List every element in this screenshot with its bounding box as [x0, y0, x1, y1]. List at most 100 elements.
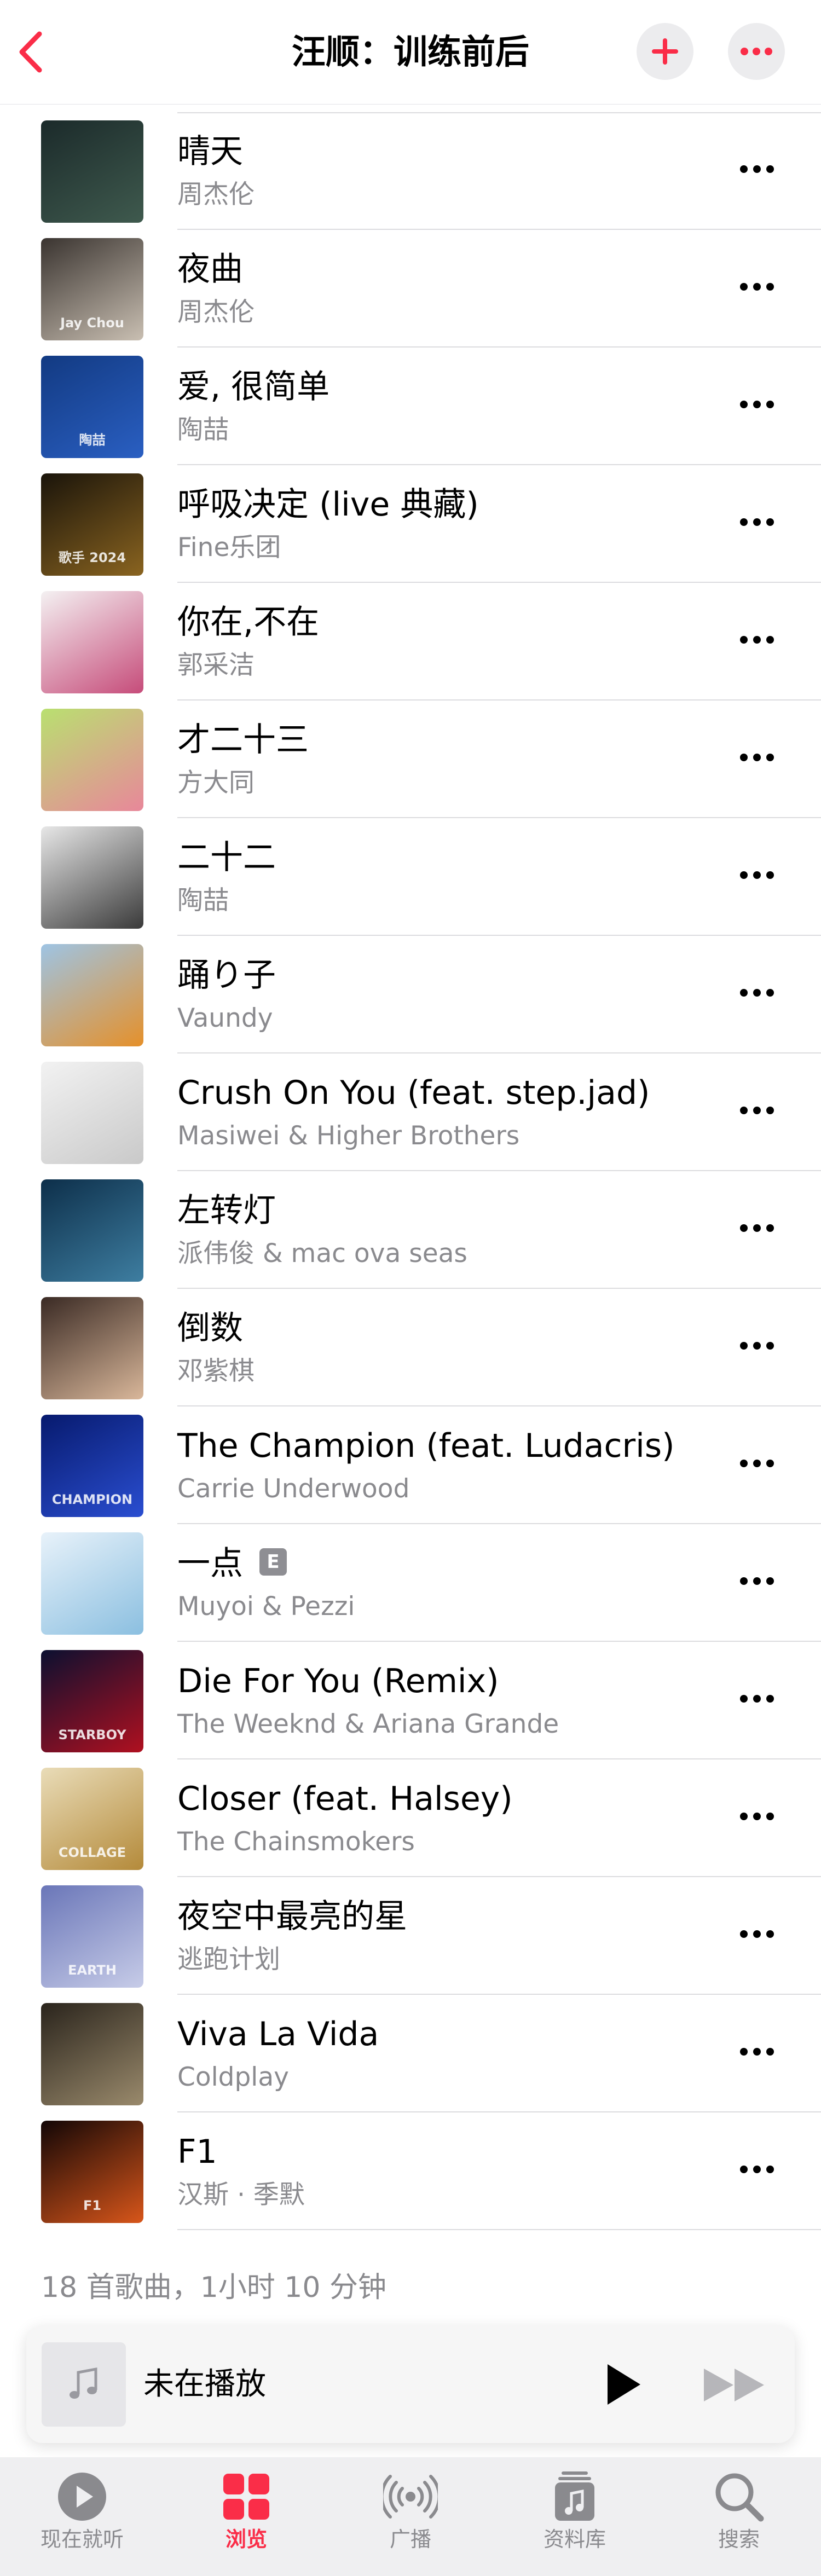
tab-browse[interactable]: 浏览	[164, 2457, 328, 2576]
song-row[interactable]: 才二十三 方大同	[0, 701, 821, 818]
search-icon	[715, 2473, 764, 2522]
song-artist: 汉斯 · 季默	[177, 2180, 305, 2210]
ellipsis-icon	[740, 1107, 774, 1114]
song-row[interactable]: Crush On You (feat. step.jad) Masiwei & H…	[0, 1053, 821, 1171]
song-more-button[interactable]	[738, 1924, 776, 1944]
song-row[interactable]: Jay Chou 夜曲 周杰伦	[0, 230, 821, 348]
tab-bar: 现在就听 浏览 广播 资料库 搜索	[0, 2457, 821, 2576]
album-artwork: EARTH	[41, 1885, 143, 1988]
song-more-button[interactable]	[738, 1336, 776, 1356]
page-title: 汪顺：训练前后	[291, 32, 529, 72]
fast-forward-icon	[704, 2369, 764, 2401]
ellipsis-icon	[740, 871, 774, 879]
library-icon	[555, 2471, 594, 2521]
album-artwork	[41, 120, 143, 223]
song-row[interactable]: 陶喆 爱, 很简单 陶喆	[0, 348, 821, 465]
song-row[interactable]: 踊り子 Vaundy	[0, 936, 821, 1053]
album-artwork	[41, 826, 143, 929]
song-row[interactable]: 晴天 周杰伦	[0, 112, 821, 230]
song-row[interactable]: COLLAGE Closer (feat. Halsey) The Chainsmo…	[0, 1759, 821, 1877]
song-row[interactable]: 歌手 2024 呼吸决定 (live 典藏) Fine乐团	[0, 465, 821, 583]
song-more-button[interactable]	[738, 395, 776, 414]
nav-header: 汪顺：训练前后	[0, 0, 821, 105]
song-title-line: 二十二	[177, 837, 276, 878]
song-row[interactable]: Viva La Vida Coldplay	[0, 1995, 821, 2112]
tab-label: 现在就听	[40, 2527, 124, 2551]
tab-listen-now[interactable]: 现在就听	[0, 2457, 164, 2576]
song-more-button[interactable]	[738, 865, 776, 885]
song-artist: 周杰伦	[177, 297, 255, 327]
more-options-button[interactable]	[728, 23, 785, 80]
ellipsis-icon	[740, 1813, 774, 1820]
song-title: F1	[177, 2133, 217, 2171]
song-artist: 邓紫棋	[177, 1356, 255, 1386]
song-row[interactable]: 一点 E Muyoi & Pezzi	[0, 1524, 821, 1642]
song-row[interactable]: CHAMPION The Champion (feat. Ludacris) Car…	[0, 1406, 821, 1524]
song-title: 一点	[177, 1544, 243, 1583]
song-more-button[interactable]	[738, 159, 776, 179]
song-more-button[interactable]	[738, 1218, 776, 1238]
playlist-summary: 18 首歌曲，1小时 10 分钟	[41, 2271, 387, 2304]
song-row[interactable]: 左转灯 派伟俊 & mac ova seas	[0, 1171, 821, 1289]
song-more-button[interactable]	[738, 748, 776, 767]
tab-radio[interactable]: 广播	[328, 2457, 493, 2576]
song-more-button[interactable]	[738, 630, 776, 650]
song-title-line: 你在,不在	[177, 602, 319, 642]
song-title: Die For You (Remix)	[177, 1662, 499, 1700]
song-more-button[interactable]	[738, 983, 776, 1003]
song-more-button[interactable]	[738, 512, 776, 532]
song-more-button[interactable]	[738, 1571, 776, 1591]
fast-forward-button[interactable]	[699, 2364, 771, 2406]
tab-library[interactable]: 资料库	[493, 2457, 657, 2576]
album-artwork-label: EARTH	[68, 1963, 117, 1978]
song-more-button[interactable]	[738, 1689, 776, 1709]
song-title-line: Closer (feat. Halsey)	[177, 1779, 513, 1819]
ellipsis-icon	[740, 1460, 774, 1467]
song-title-line: 左转灯	[177, 1190, 276, 1231]
tab-search[interactable]: 搜索	[657, 2457, 821, 2576]
grid-icon	[223, 2474, 269, 2520]
album-artwork: 陶喆	[41, 356, 143, 458]
song-title: 踊り子	[177, 956, 276, 994]
play-button[interactable]	[595, 2359, 647, 2410]
song-artist: Masiwei & Higher Brothers	[177, 1121, 520, 1151]
song-more-button[interactable]	[738, 2042, 776, 2062]
album-artwork	[41, 709, 143, 811]
song-row[interactable]: EARTH 夜空中最亮的星 逃跑计划	[0, 1877, 821, 1995]
ellipsis-icon	[740, 401, 774, 408]
song-title-line: 爱, 很简单	[177, 367, 329, 407]
now-playing-title: 未在播放	[143, 2366, 266, 2402]
song-artist: 方大同	[177, 768, 255, 798]
ellipsis-icon	[740, 2166, 774, 2173]
tab-label: 搜索	[718, 2527, 760, 2551]
song-more-button[interactable]	[738, 277, 776, 297]
song-row[interactable]: F1 F1 汉斯 · 季默	[0, 2112, 821, 2230]
mini-player[interactable]: 未在播放	[26, 2326, 795, 2443]
album-artwork	[41, 1532, 143, 1635]
song-title-line: 踊り子	[177, 955, 276, 995]
song-artist: Coldplay	[177, 2062, 289, 2092]
song-title-line: Viva La Vida	[177, 2014, 379, 2054]
song-row[interactable]: 你在,不在郭采洁	[0, 583, 821, 701]
song-artist: 郭采洁	[177, 650, 255, 680]
song-more-button[interactable]	[738, 2160, 776, 2179]
song-more-button[interactable]	[738, 1101, 776, 1120]
song-artist: Muyoi & Pezzi	[177, 1591, 355, 1622]
tab-label: 浏览	[225, 2527, 267, 2551]
add-button[interactable]	[637, 23, 693, 80]
song-artist: 逃跑计划	[177, 1944, 280, 1975]
song-artist: Carrie Underwood	[177, 1474, 410, 1504]
song-title-line: Die For You (Remix)	[177, 1661, 499, 1701]
song-title: 夜曲	[177, 250, 243, 288]
play-circle-icon	[58, 2473, 106, 2521]
ellipsis-icon	[740, 1577, 774, 1585]
song-list: 晴天 周杰伦 Jay Chou 夜曲 周杰伦 陶喆 爱, 很简单 陶喆 歌手 2024 呼吸决定 …	[0, 112, 821, 2230]
tab-label: 资料库	[543, 2527, 606, 2551]
song-row[interactable]: 倒数 邓紫棋	[0, 1289, 821, 1406]
song-row[interactable]: 二十二 陶喆	[0, 818, 821, 936]
song-more-button[interactable]	[738, 1454, 776, 1473]
song-row[interactable]: STARBOY Die For You (Remix) The Weeknd & A…	[0, 1642, 821, 1759]
song-more-button[interactable]	[738, 1807, 776, 1826]
album-artwork: COLLAGE	[41, 1768, 143, 1870]
song-artist: The Weeknd & Ariana Grande	[177, 1709, 559, 1739]
